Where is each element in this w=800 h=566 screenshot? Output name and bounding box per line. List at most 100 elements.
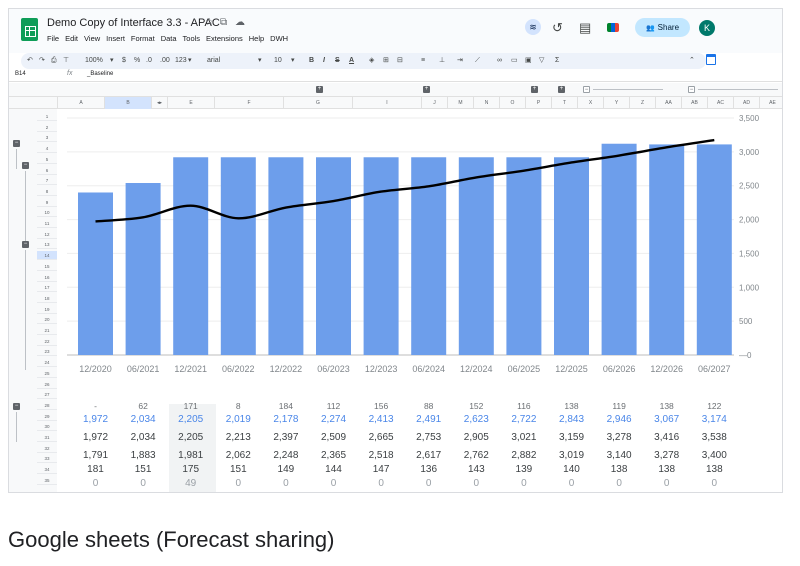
table-cell[interactable]: 2,213	[213, 431, 263, 445]
table-cell[interactable]: 181	[71, 463, 121, 477]
table-cell[interactable]: 3,416	[642, 431, 692, 445]
table-cell[interactable]: 2,617	[404, 449, 454, 463]
table-cell[interactable]: 151	[118, 463, 168, 477]
table-cell[interactable]: 2,946	[594, 413, 644, 427]
bar	[363, 157, 399, 355]
table-cell[interactable]: 119	[594, 399, 644, 413]
y-tick-label: 2,000	[739, 216, 760, 225]
table-cell[interactable]: 139	[499, 463, 549, 477]
table-cell[interactable]: 0	[213, 477, 263, 491]
table-cell[interactable]: 0	[689, 477, 739, 491]
table-cell[interactable]: 149	[261, 463, 311, 477]
table-cell[interactable]: 2,248	[261, 449, 311, 463]
x-tick-label: 12/2023	[365, 364, 398, 374]
table-cell[interactable]: -	[71, 399, 121, 413]
table-cell[interactable]: 138	[642, 399, 692, 413]
table-cell[interactable]: 171	[166, 399, 216, 413]
x-tick-label: 06/2024	[412, 364, 445, 374]
table-cell[interactable]: 144	[309, 463, 359, 477]
table-cell[interactable]: 112	[309, 399, 359, 413]
bar	[173, 157, 209, 355]
table-cell[interactable]: 138	[547, 399, 597, 413]
table-cell[interactable]: 0	[309, 477, 359, 491]
table-cell[interactable]: 0	[404, 477, 454, 491]
table-cell[interactable]: 1,981	[166, 449, 216, 463]
table-cell[interactable]: 2,905	[451, 431, 501, 445]
table-cell[interactable]: 156	[356, 399, 406, 413]
table-cell[interactable]: 116	[499, 399, 549, 413]
table-cell[interactable]: 2,753	[404, 431, 454, 445]
table-cell[interactable]: 1,972	[71, 413, 121, 427]
table-cell[interactable]: 3,538	[689, 431, 739, 445]
table-cell[interactable]: 147	[356, 463, 406, 477]
bar	[78, 192, 113, 355]
table-cell[interactable]: 62	[118, 399, 168, 413]
table-cell[interactable]: 1,972	[71, 431, 121, 445]
table-cell[interactable]: 3,278	[594, 431, 644, 445]
table-cell[interactable]: 3,021	[499, 431, 549, 445]
table-cell[interactable]: 184	[261, 399, 311, 413]
table-cell[interactable]: 3,400	[689, 449, 739, 463]
table-cell[interactable]: 1,791	[71, 449, 121, 463]
table-cell[interactable]: 1,883	[118, 449, 168, 463]
table-cell[interactable]: 2,491	[404, 413, 454, 427]
table-cell[interactable]: 88	[404, 399, 454, 413]
table-cell[interactable]: 8	[213, 399, 263, 413]
table-cell[interactable]: 2,882	[499, 449, 549, 463]
table-cell[interactable]: 0	[71, 477, 121, 491]
table-cell[interactable]: 0	[356, 477, 406, 491]
bar	[554, 157, 589, 355]
forecast-chart[interactable]: —0 500 1,000 1,500 2,000 2,500 3,000 3,500 12/2…	[9, 9, 783, 399]
table-cell[interactable]: 0	[547, 477, 597, 491]
table-cell[interactable]: 2,722	[499, 413, 549, 427]
table-cell[interactable]: 2,413	[356, 413, 406, 427]
table-cell[interactable]: 0	[642, 477, 692, 491]
table-cell[interactable]: 143	[451, 463, 501, 477]
table-row: 1,791 1,883 1,981 2,062 2,248 2,365 2,518 2,617…	[9, 449, 782, 463]
table-cell[interactable]: 175	[166, 463, 216, 477]
bar	[696, 144, 732, 355]
table-cell[interactable]: 3,174	[689, 413, 739, 427]
chart-y-axis: —0 500 1,000 1,500 2,000 2,500 3,000 3,500	[739, 114, 760, 360]
table-cell[interactable]: 2,509	[309, 431, 359, 445]
table-cell[interactable]: 2,397	[261, 431, 311, 445]
table-cell[interactable]: 138	[594, 463, 644, 477]
table-cell[interactable]: 2,274	[309, 413, 359, 427]
table-cell[interactable]: 0	[594, 477, 644, 491]
table-cell[interactable]: 138	[689, 463, 739, 477]
table-cell[interactable]: 49	[166, 477, 216, 491]
table-cell[interactable]: 2,178	[261, 413, 311, 427]
table-cell[interactable]: 0	[451, 477, 501, 491]
table-cell[interactable]: 2,843	[547, 413, 597, 427]
table-cell[interactable]: 2,205	[166, 413, 216, 427]
table-cell[interactable]: 3,019	[547, 449, 597, 463]
bar	[125, 183, 161, 355]
table-cell[interactable]: 136	[404, 463, 454, 477]
x-tick-label: 06/2026	[603, 364, 636, 374]
table-cell[interactable]: 0	[118, 477, 168, 491]
table-cell[interactable]: 0	[261, 477, 311, 491]
table-cell[interactable]: 3,140	[594, 449, 644, 463]
table-cell[interactable]: 3,278	[642, 449, 692, 463]
table-cell[interactable]: 2,623	[451, 413, 501, 427]
table-cell[interactable]: 2,034	[118, 413, 168, 427]
table-cell[interactable]: 2,019	[213, 413, 263, 427]
table-cell[interactable]: 152	[451, 399, 501, 413]
bar	[649, 144, 685, 355]
table-cell[interactable]: 2,062	[213, 449, 263, 463]
table-cell[interactable]: 122	[689, 399, 739, 413]
table-cell[interactable]: 2,762	[451, 449, 501, 463]
table-cell[interactable]: 2,034	[118, 431, 168, 445]
x-tick-label: 06/2022	[222, 364, 255, 374]
table-cell[interactable]: 0	[499, 477, 549, 491]
table-cell[interactable]: 3,067	[642, 413, 692, 427]
table-cell[interactable]: 140	[547, 463, 597, 477]
table-cell[interactable]: 2,518	[356, 449, 406, 463]
table-cell[interactable]: 2,365	[309, 449, 359, 463]
table-cell[interactable]: 138	[642, 463, 692, 477]
table-cell[interactable]: 2,205	[166, 431, 216, 445]
table-cell[interactable]: 3,159	[547, 431, 597, 445]
table-cell[interactable]: 2,665	[356, 431, 406, 445]
table-cell[interactable]: 151	[213, 463, 263, 477]
bar	[268, 157, 304, 355]
